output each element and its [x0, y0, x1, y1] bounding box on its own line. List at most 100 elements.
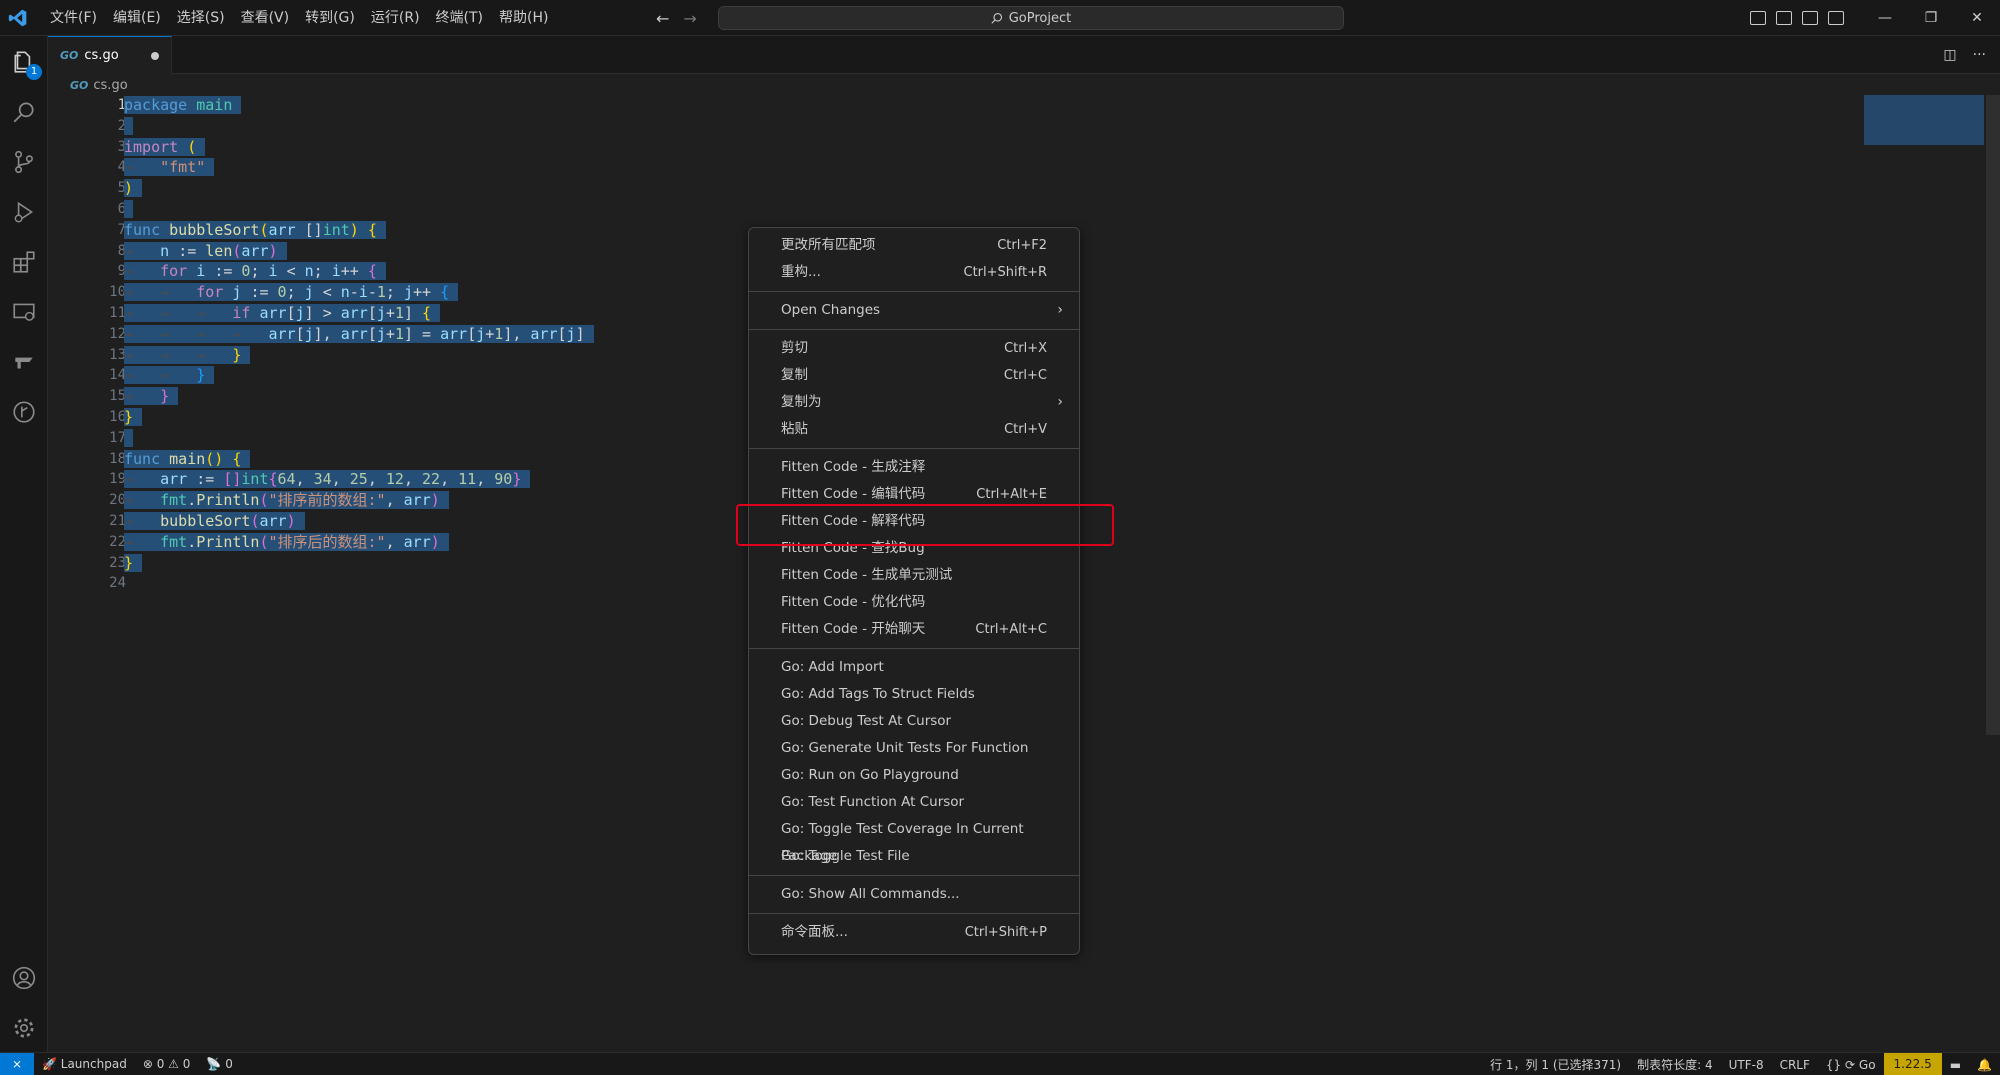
menu-item-go-add-tags[interactable]: Go: Add Tags To Struct Fields [749, 681, 1079, 708]
run-debug-icon[interactable] [0, 188, 48, 236]
line-number: 21 [109, 512, 126, 529]
minimap[interactable] [1864, 95, 1984, 145]
menu-item-go-test-function[interactable]: Go: Test Function At Cursor [749, 789, 1079, 816]
menu-item-fitten-generate-comments[interactable]: Fitten Code - 生成注释 [749, 454, 1079, 481]
menu-bar: 文件(F) 编辑(E) 选择(S) 查看(V) 转到(G) 运行(R) 终端(T… [42, 0, 556, 36]
line-number: 3 [117, 138, 126, 155]
restore-icon[interactable]: ❐ [1908, 0, 1954, 36]
go-file-icon: GO [60, 49, 79, 62]
split-editor-icon[interactable]: ◫ [1943, 47, 1956, 63]
window-controls: — ❐ ✕ [1862, 0, 2000, 36]
menu-separator [749, 291, 1079, 292]
vertical-scrollbar[interactable] [1986, 95, 2000, 735]
menu-go[interactable]: 转到(G) [297, 0, 363, 36]
code-line: → → → } [124, 345, 594, 366]
line-number: 8 [117, 242, 126, 259]
menu-item-fitten-optimize-code[interactable]: Fitten Code - 优化代码 [749, 589, 1079, 616]
cursor-position[interactable]: 行 1，列 1 (已选择371) [1482, 1056, 1629, 1073]
menu-edit[interactable]: 编辑(E) [105, 0, 169, 36]
menu-item-go-show-all-commands[interactable]: Go: Show All Commands... [749, 881, 1079, 908]
launchpad-item[interactable]: 🚀 Launchpad [34, 1057, 135, 1071]
command-center[interactable]: GoProject [718, 6, 1344, 30]
more-actions-icon[interactable]: ··· [1973, 47, 1986, 63]
code-line: → → → → arr[j], arr[j+1] = arr[j+1], arr… [124, 324, 594, 345]
explorer-icon[interactable]: 1 [0, 38, 48, 86]
menu-item-change-all-occurrences[interactable]: 更改所有匹配项 Ctrl+F2 [749, 232, 1079, 259]
back-arrow-icon[interactable]: ← [656, 9, 669, 28]
line-number: 18 [109, 450, 126, 467]
menu-item-open-changes[interactable]: Open Changes › [749, 297, 1079, 324]
go-file-icon: GO [70, 78, 89, 92]
source-control-icon[interactable] [0, 138, 48, 186]
code-line [124, 116, 594, 137]
menu-item-copy[interactable]: 复制 Ctrl+C [749, 362, 1079, 389]
menu-run[interactable]: 运行(R) [363, 0, 428, 36]
extensions-icon[interactable] [0, 238, 48, 286]
command-center-label: GoProject [1008, 10, 1072, 26]
customize-layout-icon[interactable] [1828, 11, 1844, 25]
forward-arrow-icon[interactable]: → [683, 9, 696, 28]
code-lines: package main import ( → "fmt" ) func bub… [124, 95, 594, 594]
line-number: 19 [109, 471, 126, 488]
ports-item[interactable]: 📡 0 [198, 1057, 240, 1071]
settings-gear-icon[interactable] [0, 1004, 48, 1052]
menu-selection[interactable]: 选择(S) [169, 0, 233, 36]
menu-item-fitten-start-chat[interactable]: Fitten Code - 开始聊天 Ctrl+Alt+C [749, 616, 1079, 643]
fitten-code-icon[interactable] [0, 338, 48, 386]
menu-item-command-palette[interactable]: 命令面板... Ctrl+Shift+P [749, 919, 1079, 946]
menu-item-go-toggle-coverage[interactable]: Go: Toggle Test Coverage In Current Pack… [749, 816, 1079, 864]
chevron-right-icon: › [1057, 302, 1063, 318]
menu-item-go-run-playground[interactable]: Go: Run on Go Playground [749, 762, 1079, 789]
toggle-secondary-sidebar-icon[interactable] [1802, 11, 1818, 25]
fitten-status-icon[interactable]: ▬ [1942, 1058, 1969, 1072]
end-of-line[interactable]: CRLF [1772, 1058, 1818, 1072]
remote-explorer-icon[interactable] [0, 288, 48, 336]
menu-item-go-toggle-test-file[interactable]: Go: Toggle Test File [749, 843, 1079, 870]
unsaved-dot-icon[interactable] [151, 52, 159, 60]
toggle-primary-sidebar-icon[interactable] [1750, 11, 1766, 25]
line-number: 4 [117, 159, 126, 176]
menu-item-cut[interactable]: 剪切 Ctrl+X [749, 335, 1079, 362]
menu-item-go-generate-unit-tests[interactable]: Go: Generate Unit Tests For Function [749, 735, 1079, 762]
menu-item-refactor[interactable]: 重构... Ctrl+Shift+R [749, 259, 1079, 286]
menu-item-go-debug-test[interactable]: Go: Debug Test At Cursor [749, 708, 1079, 735]
menu-view[interactable]: 查看(V) [233, 0, 298, 36]
menu-file[interactable]: 文件(F) [42, 0, 105, 36]
code-line: → fmt.Println("排序前的数组:", arr) [124, 490, 594, 511]
line-number: 1 [117, 97, 126, 113]
status-bar: ⨯ 🚀 Launchpad ⊗ 0 ⚠ 0 📡 0 行 1，列 1 (已选择37… [0, 1052, 2000, 1075]
editor-actions: ◫ ··· [1943, 36, 1986, 74]
close-icon[interactable]: ✕ [1954, 0, 2000, 36]
breadcrumb-file[interactable]: cs.go [93, 78, 127, 93]
toggle-panel-icon[interactable] [1776, 11, 1792, 25]
problems-item[interactable]: ⊗ 0 ⚠ 0 [135, 1057, 199, 1071]
menu-terminal[interactable]: 终端(T) [428, 0, 491, 36]
git-graph-icon[interactable] [0, 388, 48, 436]
code-line [124, 199, 594, 220]
line-number: 7 [117, 221, 126, 238]
tab-cs-go[interactable]: GO cs.go [48, 36, 172, 74]
menu-help[interactable]: 帮助(H) [491, 0, 556, 36]
notifications-bell-icon[interactable]: 🔔 [1969, 1058, 2000, 1072]
line-number: 16 [109, 408, 126, 425]
vscode-logo-icon [0, 0, 36, 36]
language-mode[interactable]: {} ⟳ Go [1818, 1058, 1884, 1072]
menu-item-copy-as[interactable]: 复制为 › [749, 389, 1079, 416]
code-line: → for i := 0; i < n; i++ { [124, 261, 594, 282]
search-icon [991, 12, 1002, 24]
menu-item-paste[interactable]: 粘贴 Ctrl+V [749, 416, 1079, 443]
menu-item-fitten-generate-unit-tests[interactable]: Fitten Code - 生成单元测试 [749, 562, 1079, 589]
code-line: import ( [124, 137, 594, 158]
code-line: → → for j := 0; j < n-i-1; j++ { [124, 282, 594, 303]
tab-size[interactable]: 制表符长度: 4 [1629, 1056, 1721, 1073]
code-line [124, 428, 594, 449]
code-line: } [124, 407, 594, 428]
search-icon[interactable] [0, 88, 48, 136]
go-version-badge[interactable]: 1.22.5 [1883, 1053, 1942, 1075]
line-number: 15 [109, 388, 126, 405]
remote-indicator-icon[interactable]: ⨯ [0, 1052, 34, 1075]
encoding[interactable]: UTF-8 [1721, 1058, 1772, 1072]
menu-item-go-add-import[interactable]: Go: Add Import [749, 654, 1079, 681]
accounts-icon[interactable] [0, 954, 48, 1002]
minimize-icon[interactable]: — [1862, 0, 1908, 36]
